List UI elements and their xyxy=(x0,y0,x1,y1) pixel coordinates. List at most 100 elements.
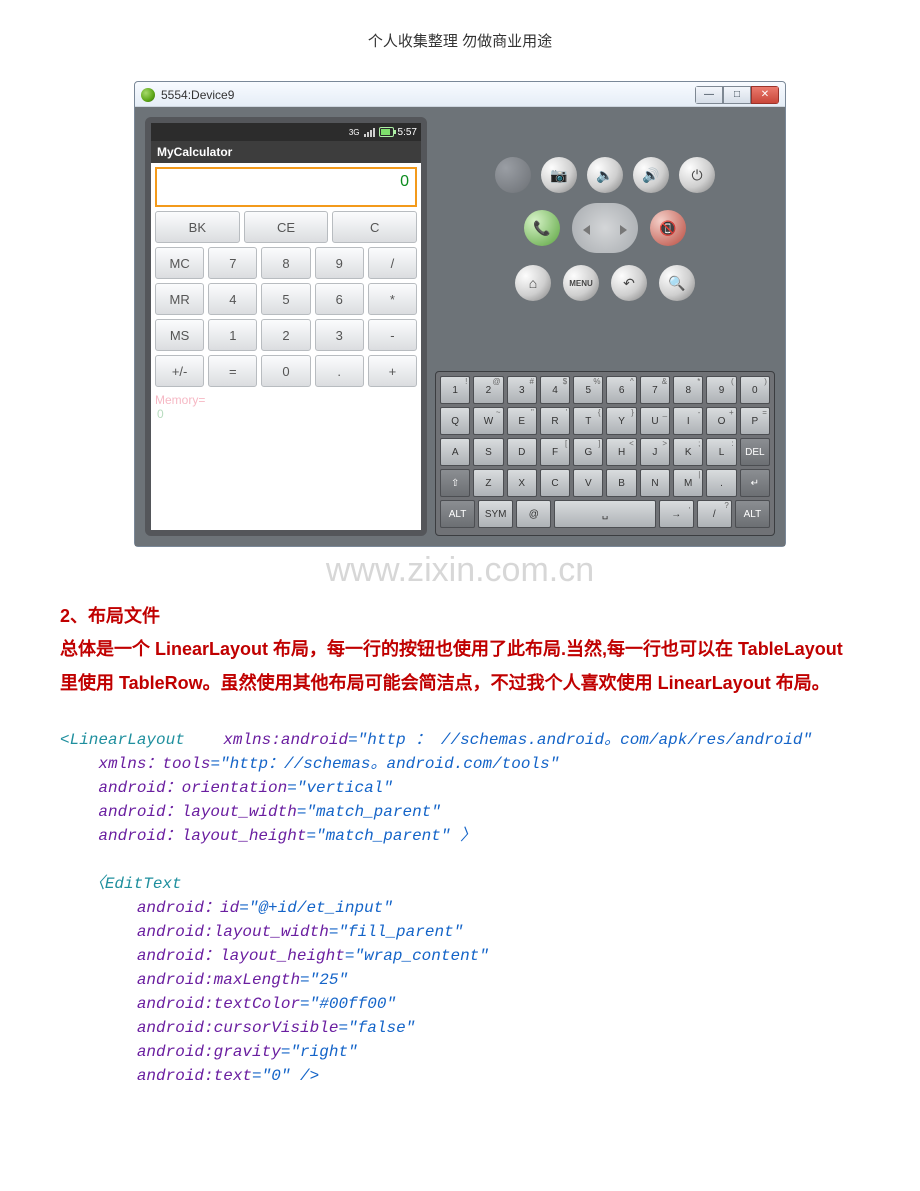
key-F[interactable]: F[ xyxy=(540,438,570,466)
calc-button-5[interactable]: 5 xyxy=(261,283,310,315)
key-L[interactable]: L: xyxy=(706,438,736,466)
back-button[interactable]: ↶ xyxy=(611,265,647,301)
key-J[interactable]: J> xyxy=(640,438,670,466)
key-Z[interactable]: Z xyxy=(473,469,503,497)
key-O[interactable]: O+ xyxy=(706,407,736,435)
key-5[interactable]: 5% xyxy=(573,376,603,404)
hw-keyboard: 1!2@3#4$5%6^7&8*9(0) QW~E"R'T{Y}U_I-O+P= A… xyxy=(435,371,775,536)
key-U[interactable]: U_ xyxy=(640,407,670,435)
key-M[interactable]: M| xyxy=(673,469,703,497)
key-T[interactable]: T{ xyxy=(573,407,603,435)
key-I[interactable]: I- xyxy=(673,407,703,435)
calc-button-x[interactable]: . xyxy=(315,355,364,387)
titlebar: 5554:Device9 — □ ✕ xyxy=(135,82,785,107)
key-G[interactable]: G] xyxy=(573,438,603,466)
calc-button-x[interactable]: - xyxy=(368,319,417,351)
calc-button-MR[interactable]: MR xyxy=(155,283,204,315)
key-Y[interactable]: Y} xyxy=(606,407,636,435)
window-title: 5554:Device9 xyxy=(161,88,234,102)
key-X[interactable]: X xyxy=(507,469,537,497)
calc-button-C[interactable]: C xyxy=(332,211,417,243)
power-button[interactable]: ⏻ xyxy=(679,157,715,193)
key-→[interactable]: →, xyxy=(659,500,694,528)
app-title: MyCalculator xyxy=(151,141,421,163)
calc-button-x[interactable]: / xyxy=(368,247,417,279)
key-K[interactable]: K; xyxy=(673,438,703,466)
key-B[interactable]: B xyxy=(606,469,636,497)
key-/[interactable]: /? xyxy=(697,500,732,528)
calc-display[interactable]: 0 xyxy=(155,167,417,207)
key-E[interactable]: E" xyxy=(507,407,537,435)
calc-button-xxx[interactable]: +/- xyxy=(155,355,204,387)
key-A[interactable]: A xyxy=(440,438,470,466)
menu-button[interactable]: MENU xyxy=(563,265,599,301)
memory-value: 0 xyxy=(157,407,417,421)
xml-code-block: <LinearLayout xmlns:android="http ： //sc… xyxy=(60,704,860,1112)
key-.[interactable]: . xyxy=(706,469,736,497)
key-N[interactable]: N xyxy=(640,469,670,497)
key-↵[interactable]: ↵ xyxy=(740,469,770,497)
key-␣[interactable]: ␣ xyxy=(554,500,655,528)
key-9[interactable]: 9( xyxy=(706,376,736,404)
calc-button-x[interactable]: * xyxy=(368,283,417,315)
calc-button-6[interactable]: 6 xyxy=(315,283,364,315)
network-icon: 3G xyxy=(349,128,360,137)
end-call-button[interactable]: 📵 xyxy=(650,210,686,246)
calc-button-4[interactable]: 4 xyxy=(208,283,257,315)
dpad[interactable] xyxy=(572,203,638,253)
calc-button-7[interactable]: 7 xyxy=(208,247,257,279)
calc-button-x[interactable]: + xyxy=(368,355,417,387)
calc-button-9[interactable]: 9 xyxy=(315,247,364,279)
device-frame: 3G 5:57 MyCalculator 0 BKCEC MC789/ MR456*… xyxy=(145,117,427,536)
volume-down-button[interactable]: 🔈 xyxy=(587,157,623,193)
key-R[interactable]: R' xyxy=(540,407,570,435)
camera-button[interactable]: 📷 xyxy=(541,157,577,193)
key-H[interactable]: H< xyxy=(606,438,636,466)
key-SYM[interactable]: SYM xyxy=(478,500,513,528)
key-8[interactable]: 8* xyxy=(673,376,703,404)
key-D[interactable]: D xyxy=(507,438,537,466)
key-@[interactable]: @ xyxy=(516,500,551,528)
calc-button-8[interactable]: 8 xyxy=(261,247,310,279)
calc-button-x[interactable]: = xyxy=(208,355,257,387)
section-title: 2、布局文件 xyxy=(60,600,860,633)
key-Q[interactable]: Q xyxy=(440,407,470,435)
key-P[interactable]: P= xyxy=(740,407,770,435)
calc-button-CE[interactable]: CE xyxy=(244,211,329,243)
status-bar: 3G 5:57 xyxy=(151,123,421,141)
home-button[interactable]: ⌂ xyxy=(515,265,551,301)
calc-button-3[interactable]: 3 xyxy=(315,319,364,351)
volume-up-button[interactable]: 🔊 xyxy=(633,157,669,193)
key-6[interactable]: 6^ xyxy=(606,376,636,404)
key-V[interactable]: V xyxy=(573,469,603,497)
calc-button-1[interactable]: 1 xyxy=(208,319,257,351)
search-button[interactable]: 🔍 xyxy=(659,265,695,301)
key-1[interactable]: 1! xyxy=(440,376,470,404)
key-ALT[interactable]: ALT xyxy=(735,500,770,528)
key-C[interactable]: C xyxy=(540,469,570,497)
key-0[interactable]: 0) xyxy=(740,376,770,404)
calc-button-0[interactable]: 0 xyxy=(261,355,310,387)
emulator-window: 5554:Device9 — □ ✕ 3G 5:57 MyCalculator … xyxy=(134,81,786,547)
key-W[interactable]: W~ xyxy=(473,407,503,435)
spacer xyxy=(495,157,531,193)
maximize-button[interactable]: □ xyxy=(723,86,751,104)
calc-button-MC[interactable]: MC xyxy=(155,247,204,279)
key-DEL[interactable]: DEL xyxy=(740,438,770,466)
calc-button-MS[interactable]: MS xyxy=(155,319,204,351)
key-ALT[interactable]: ALT xyxy=(440,500,475,528)
key-2[interactable]: 2@ xyxy=(473,376,503,404)
key-3[interactable]: 3# xyxy=(507,376,537,404)
key-4[interactable]: 4$ xyxy=(540,376,570,404)
call-button[interactable]: 📞 xyxy=(524,210,560,246)
page-header: 个人收集整理 勿做商业用途 xyxy=(60,30,860,51)
calc-button-2[interactable]: 2 xyxy=(261,319,310,351)
key-S[interactable]: S xyxy=(473,438,503,466)
close-button[interactable]: ✕ xyxy=(751,86,779,104)
android-icon xyxy=(141,88,155,102)
key-7[interactable]: 7& xyxy=(640,376,670,404)
calc-button-BK[interactable]: BK xyxy=(155,211,240,243)
section-body: 总体是一个 LinearLayout 布局，每一行的按钮也使用了此布局.当然,每… xyxy=(60,633,860,700)
key-⇧[interactable]: ⇧ xyxy=(440,469,470,497)
minimize-button[interactable]: — xyxy=(695,86,723,104)
